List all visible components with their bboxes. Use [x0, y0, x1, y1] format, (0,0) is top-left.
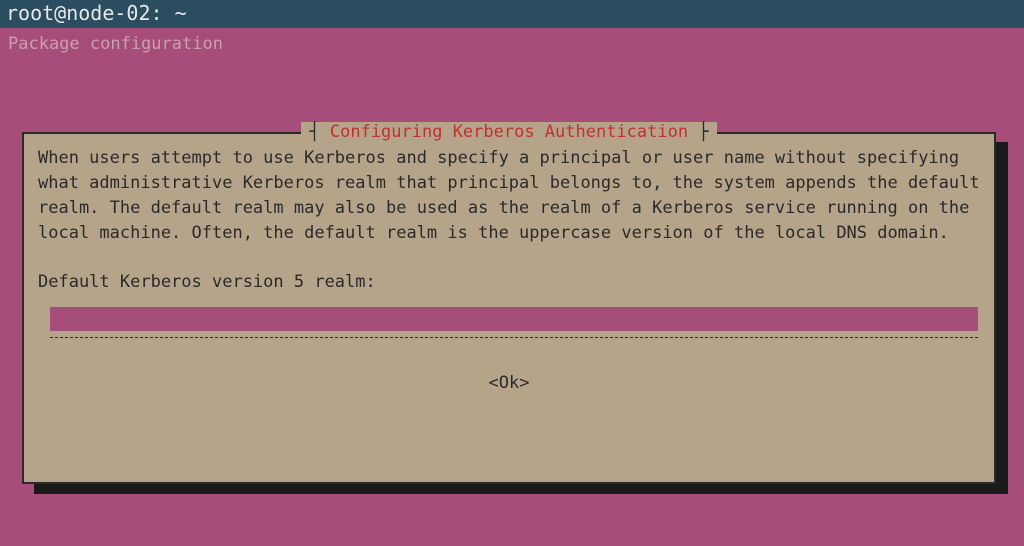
input-underline	[50, 337, 978, 345]
dialog-title-wrap: Configuring Kerberos Authentication	[24, 122, 994, 142]
dialog-body: When users attempt to use Kerberos and s…	[24, 134, 994, 406]
config-dialog: Configuring Kerberos Authentication When…	[22, 132, 996, 484]
terminal-area: Package configuration Configuring Kerber…	[0, 28, 1024, 546]
prompt-label: Default Kerberos version 5 realm:	[38, 270, 980, 295]
window-titlebar: root@node-02: ~	[0, 0, 1024, 28]
dialog-title: Configuring Kerberos Authentication	[301, 122, 716, 142]
window-title: root@node-02: ~	[6, 1, 187, 25]
ok-button[interactable]: <Ok>	[38, 371, 980, 396]
page-header: Package configuration	[0, 28, 1024, 60]
dialog-description: When users attempt to use Kerberos and s…	[38, 146, 980, 246]
realm-input[interactable]	[50, 307, 978, 331]
